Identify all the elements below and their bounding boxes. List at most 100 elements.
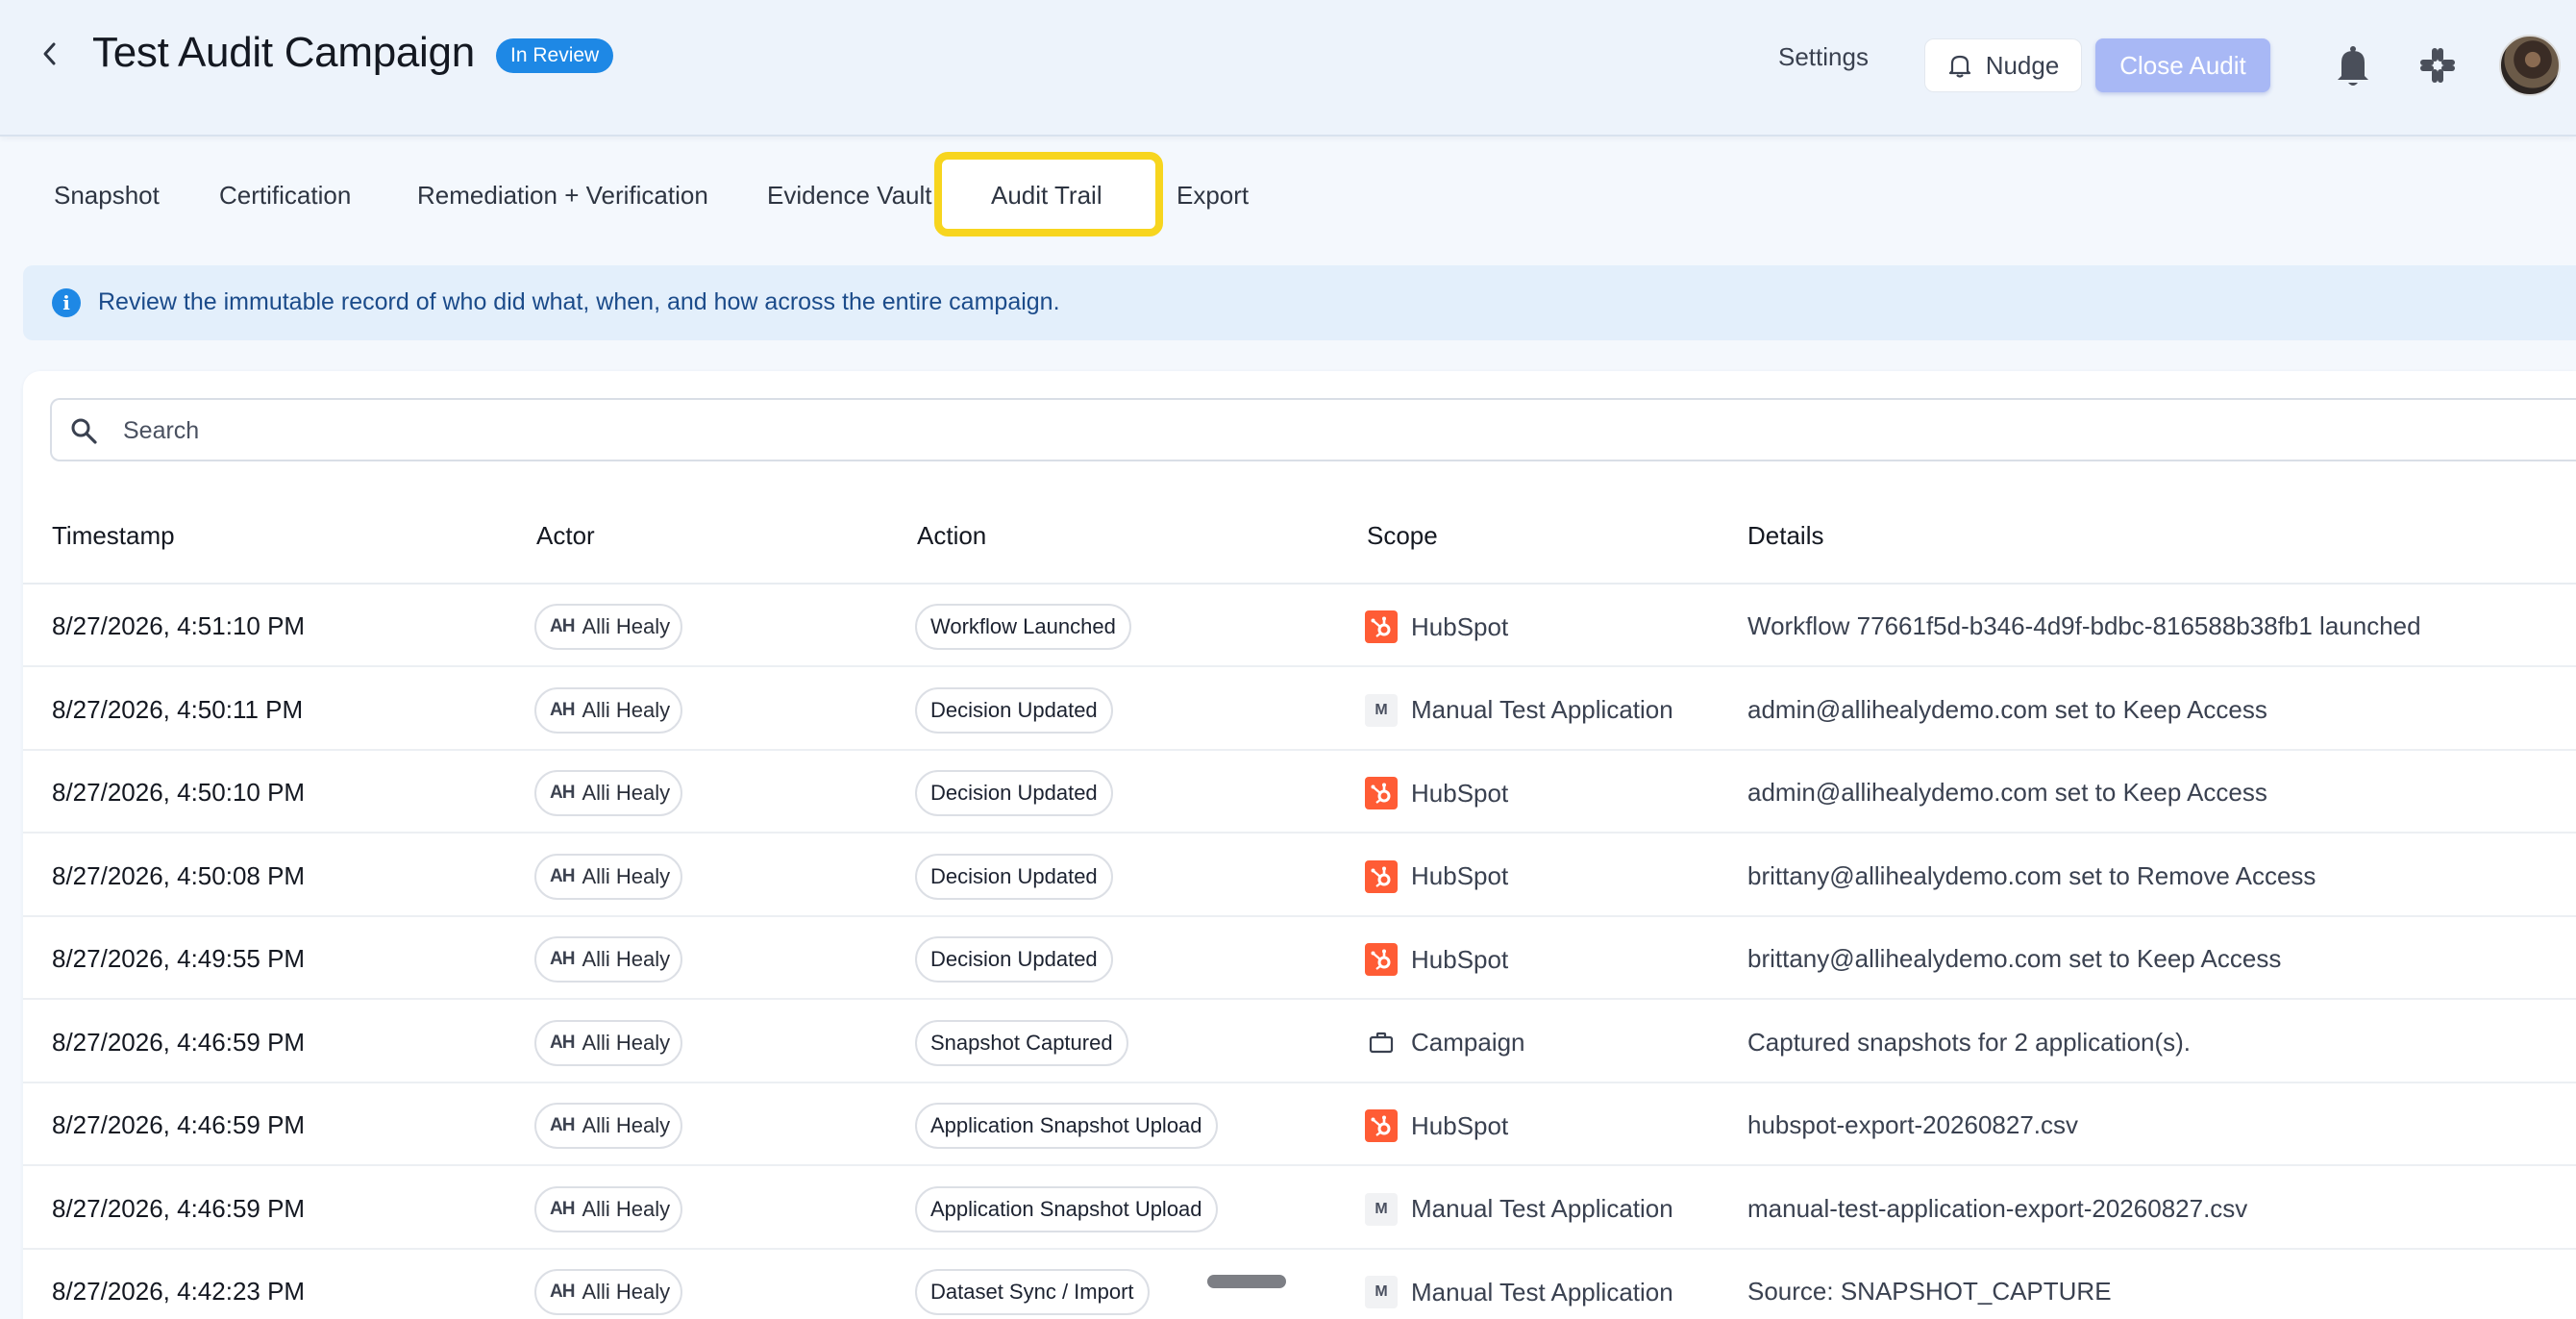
actor-name: Alli Healy <box>582 1030 671 1055</box>
details-cell: brittany@allihealydemo.com set to Remove… <box>1747 860 2316 890</box>
scope-cell: HubSpot <box>1365 770 1508 816</box>
table-row[interactable]: 8/27/2026, 4:46:59 PM AH Alli Healy Snapsho… <box>23 1001 2576 1083</box>
actor-chip[interactable]: AH Alli Healy <box>534 1269 682 1315</box>
slack-icon[interactable] <box>2416 44 2459 87</box>
hubspot-logo-icon <box>1365 943 1398 976</box>
scope-name: Campaign <box>1411 1028 1525 1057</box>
tab-audit-trail[interactable]: Audit Trail <box>991 181 1102 211</box>
action-chip[interactable]: Application Snapshot Upload <box>915 1185 1218 1232</box>
actor-name: Alli Healy <box>582 863 671 888</box>
hubspot-logo-icon <box>1365 610 1398 643</box>
action-chip[interactable]: Application Snapshot Upload <box>915 1103 1218 1149</box>
chevron-left-icon <box>43 42 56 65</box>
action-chip[interactable]: Workflow Launched <box>915 604 1131 650</box>
nudge-button[interactable]: Nudge <box>1924 38 2082 92</box>
details-cell: manual-test-application-export-20260827.… <box>1747 1193 2248 1223</box>
actor-initials-icon: AH <box>550 699 575 720</box>
scope-name: HubSpot <box>1411 611 1509 641</box>
bell-icon <box>2338 46 2368 86</box>
manual-app-logo-icon: M <box>1365 1276 1398 1308</box>
info-icon: i <box>52 288 81 317</box>
action-chip[interactable]: Decision Updated <box>915 770 1113 816</box>
action-chip[interactable]: Dataset Sync / Import <box>915 1269 1150 1315</box>
details-cell: Source: SNAPSHOT_CAPTURE <box>1747 1277 2112 1306</box>
column-header-actor[interactable]: Actor <box>536 521 595 551</box>
actor-chip[interactable]: AH Alli Healy <box>534 1103 682 1149</box>
actor-chip[interactable]: AH Alli Healy <box>534 686 682 734</box>
actor-initials-icon: AH <box>550 865 575 886</box>
actor-chip[interactable]: AH Alli Healy <box>534 1185 682 1232</box>
timestamp-cell: 8/27/2026, 4:51:10 PM <box>52 611 306 640</box>
table-row[interactable]: 8/27/2026, 4:42:23 PM AH Alli Healy Dataset… <box>23 1250 2576 1319</box>
scope-cell: Campaign <box>1365 1020 1525 1066</box>
actor-initials-icon: AH <box>550 616 575 636</box>
actor-chip[interactable]: AH Alli Healy <box>534 604 682 650</box>
back-button[interactable] <box>29 33 71 75</box>
search-box <box>50 398 2576 461</box>
tab-certification[interactable]: Certification <box>219 181 351 211</box>
timestamp-cell: 8/27/2026, 4:46:59 PM <box>52 1110 306 1139</box>
scope-cell: HubSpot <box>1365 1103 1508 1149</box>
search-icon <box>71 418 97 444</box>
actor-chip[interactable]: AH Alli Healy <box>534 853 682 900</box>
notifications-button[interactable] <box>2334 44 2372 88</box>
timestamp-cell: 8/27/2026, 4:46:59 PM <box>52 1193 306 1223</box>
tab-export[interactable]: Export <box>1177 181 1249 211</box>
actor-initials-icon: AH <box>550 1115 575 1135</box>
actor-chip[interactable]: AH Alli Healy <box>534 936 682 983</box>
actor-name: Alli Healy <box>582 781 671 805</box>
table-row[interactable]: 8/27/2026, 4:51:10 PM AH Alli Healy Workflo… <box>23 585 2576 667</box>
action-chip[interactable]: Decision Updated <box>915 853 1113 900</box>
scope-cell: HubSpot <box>1365 604 1508 650</box>
actor-initials-icon: AH <box>550 949 575 969</box>
close-audit-button[interactable]: Close Audit <box>2095 38 2270 92</box>
bell-outline-icon <box>1948 55 1970 78</box>
settings-button[interactable]: Settings <box>1778 42 1869 72</box>
table-row[interactable]: 8/27/2026, 4:50:10 PM AH Alli Healy Decisio… <box>23 751 2576 834</box>
info-banner: i Review the immutable record of who did… <box>23 265 2576 340</box>
action-chip[interactable]: Snapshot Captured <box>915 1019 1128 1066</box>
scope-name: HubSpot <box>1411 778 1509 808</box>
scope-name: HubSpot <box>1411 944 1509 974</box>
details-cell: admin@allihealydemo.com set to Keep Acce… <box>1747 694 2267 724</box>
table-row[interactable]: 8/27/2026, 4:46:59 PM AH Alli Healy Applica… <box>23 1167 2576 1250</box>
briefcase-icon <box>1365 1027 1398 1059</box>
actor-chip[interactable]: AH Alli Healy <box>534 770 682 816</box>
scroll-indicator[interactable] <box>1207 1275 1286 1288</box>
search-input[interactable] <box>123 411 2526 450</box>
scope-cell: M Manual Test Application <box>1365 687 1673 734</box>
tab-snapshot[interactable]: Snapshot <box>54 181 160 211</box>
action-chip[interactable]: Decision Updated <box>915 686 1113 734</box>
actor-name: Alli Healy <box>582 697 671 722</box>
manual-app-logo-icon: M <box>1365 1192 1398 1226</box>
audit-trail-card: Timestamp Actor Action Scope Details 8/2… <box>23 371 2576 1319</box>
actor-initials-icon: AH <box>550 1032 575 1053</box>
table-row[interactable]: 8/27/2026, 4:50:11 PM AH Alli Healy Decisio… <box>23 668 2576 751</box>
nudge-label: Nudge <box>1985 50 2060 80</box>
action-chip[interactable]: Decision Updated <box>915 936 1113 983</box>
details-cell: Workflow 77661f5d-b346-4d9f-bdbc-816588b… <box>1747 611 2421 640</box>
table-row[interactable]: 8/27/2026, 4:50:08 PM AH Alli Healy Decisio… <box>23 834 2576 917</box>
scope-name: HubSpot <box>1411 861 1509 890</box>
page-header: Test Audit Campaign In Review Settings N… <box>0 0 2576 137</box>
tab-evidence-vault[interactable]: Evidence Vault <box>767 181 932 211</box>
column-header-timestamp[interactable]: Timestamp <box>52 521 175 551</box>
tab-remediation-verification[interactable]: Remediation + Verification <box>417 181 708 211</box>
info-text: Review the immutable record of who did w… <box>98 288 1060 315</box>
column-header-details[interactable]: Details <box>1747 521 1823 551</box>
actor-chip[interactable]: AH Alli Healy <box>534 1019 682 1066</box>
table-row[interactable]: 8/27/2026, 4:49:55 PM AH Alli Healy Decisio… <box>23 917 2576 1000</box>
details-cell: hubspot-export-20260827.csv <box>1747 1110 2079 1139</box>
timestamp-cell: 8/27/2026, 4:50:08 PM <box>52 860 306 890</box>
column-header-scope[interactable]: Scope <box>1367 521 1438 551</box>
hubspot-logo-icon <box>1365 1109 1398 1142</box>
user-avatar[interactable] <box>2499 35 2561 96</box>
scope-cell: HubSpot <box>1365 854 1508 900</box>
table-row[interactable]: 8/27/2026, 4:46:59 PM AH Alli Healy Applica… <box>23 1083 2576 1166</box>
scope-name: Manual Test Application <box>1411 1194 1673 1223</box>
column-header-action[interactable]: Action <box>917 521 986 551</box>
details-cell: admin@allihealydemo.com set to Keep Acce… <box>1747 778 2267 807</box>
actor-name: Alli Healy <box>582 1113 671 1137</box>
timestamp-cell: 8/27/2026, 4:46:59 PM <box>52 1027 306 1057</box>
hubspot-logo-icon <box>1365 859 1398 893</box>
